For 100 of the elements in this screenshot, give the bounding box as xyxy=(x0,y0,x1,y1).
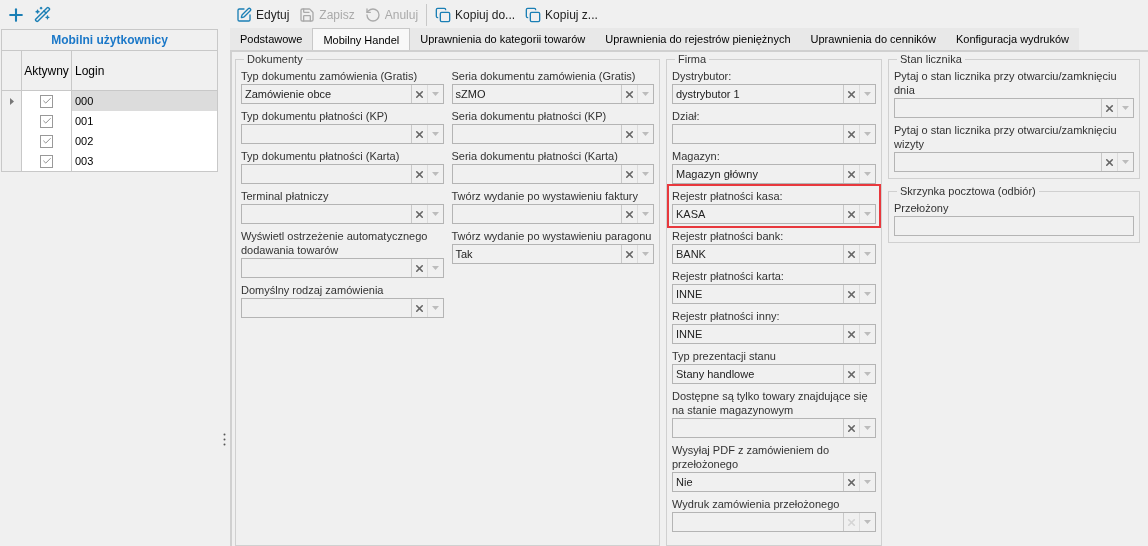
combo-field[interactable]: dystrybutor 1 xyxy=(672,84,876,104)
combo-field[interactable] xyxy=(451,204,654,224)
grid-row[interactable]: 001 xyxy=(2,111,217,131)
combo-field[interactable]: Zamówienie obce xyxy=(241,84,444,104)
combo-field[interactable] xyxy=(672,512,876,532)
checkbox[interactable] xyxy=(40,134,53,148)
group-title: Firma xyxy=(677,53,708,66)
checkbox[interactable] xyxy=(40,154,53,168)
combo-field[interactable]: BANK xyxy=(672,244,876,264)
dropdown-arrow-icon xyxy=(864,92,871,96)
clear-icon xyxy=(624,248,635,260)
combo-field[interactable]: INNE xyxy=(672,284,876,304)
field-label: Twórz wydanie po wystawieniu faktury xyxy=(451,189,639,204)
field-value: Magazyn główny xyxy=(676,167,758,182)
combo-field[interactable] xyxy=(241,124,444,144)
clear-icon xyxy=(624,208,635,220)
combo-field[interactable] xyxy=(451,164,654,184)
login-cell: 000 xyxy=(72,91,217,111)
copy-icon xyxy=(525,7,542,23)
tab[interactable]: Uprawnienia do kategorii towarów xyxy=(410,28,596,50)
checkmark-icon xyxy=(41,116,52,126)
combo-field[interactable]: Tak xyxy=(451,244,654,264)
dropdown-arrow-icon xyxy=(864,172,871,176)
row-indicator-icon xyxy=(9,97,14,105)
field-value: Nie xyxy=(676,475,693,490)
login-cell-text: 001 xyxy=(74,114,95,129)
field-label: Dział: xyxy=(672,109,701,124)
dropdown-arrow-icon xyxy=(431,212,439,216)
checkmark-icon xyxy=(41,136,52,146)
field-label: Wysyłaj PDF z zamówieniem do przełożonego xyxy=(672,443,830,472)
dropdown-arrow-icon xyxy=(864,252,871,256)
combo-field[interactable]: KASA xyxy=(672,204,876,224)
group-title: Stan licznika xyxy=(899,53,963,66)
dropdown-arrow-icon xyxy=(864,426,871,430)
checkmark-icon xyxy=(41,156,52,166)
dropdown-arrow-icon xyxy=(642,172,649,176)
checkbox[interactable] xyxy=(40,94,53,108)
dropdown-arrow-icon xyxy=(431,132,439,136)
login-cell-text: 002 xyxy=(74,134,95,149)
combo-field[interactable] xyxy=(894,98,1134,118)
dropdown-arrow-icon xyxy=(864,480,871,484)
field-value: Stany handlowe xyxy=(676,367,755,382)
grid-row[interactable]: 003 xyxy=(2,151,217,171)
column-header[interactable]: Login xyxy=(72,51,217,90)
field-label: Magazyn: xyxy=(672,149,721,164)
dropdown-arrow-icon xyxy=(864,212,871,216)
grid-row[interactable]: 000 xyxy=(2,91,217,111)
clear-icon xyxy=(846,248,857,260)
tab[interactable]: Uprawnienia do cenników xyxy=(800,28,946,50)
combo-field[interactable]: sZMO xyxy=(451,84,654,104)
toolbar-button[interactable]: Kopiuj do... xyxy=(433,6,518,24)
login-cell-text: 003 xyxy=(74,154,95,169)
dropdown-arrow-icon xyxy=(864,372,871,376)
input-field[interactable] xyxy=(894,216,1134,236)
dropdown-arrow-icon xyxy=(642,212,649,216)
combo-field[interactable]: Magazyn główny xyxy=(672,164,876,184)
combo-field[interactable] xyxy=(451,124,654,144)
tab[interactable]: Mobilny Handel xyxy=(312,28,411,50)
clear-icon xyxy=(846,328,857,340)
clear-icon xyxy=(846,208,857,220)
dropdown-arrow-icon xyxy=(431,92,439,96)
clear-icon xyxy=(846,368,857,380)
combo-field[interactable]: Nie xyxy=(672,472,876,492)
group-title: Dokumenty xyxy=(246,53,304,66)
checkbox[interactable] xyxy=(40,114,53,128)
combo-field[interactable] xyxy=(241,204,444,224)
dropdown-arrow-icon xyxy=(864,332,871,336)
grid-title: Mobilni użytkownicy xyxy=(2,30,217,51)
tab[interactable]: Uprawnienia do rejestrów pieniężnych xyxy=(595,28,801,50)
combo-field[interactable] xyxy=(672,418,876,438)
combo-field[interactable] xyxy=(241,298,444,318)
combo-field[interactable]: INNE xyxy=(672,324,876,344)
clear-icon xyxy=(413,262,425,274)
tab[interactable]: Podstawowe xyxy=(230,28,313,50)
field-label: Seria dokumentu płatności (KP) xyxy=(451,109,608,124)
field-label: Domyślny rodzaj zamówienia xyxy=(241,283,385,298)
combo-field[interactable] xyxy=(894,152,1134,172)
field-label: Typ dokumentu płatności (Karta) xyxy=(241,149,401,164)
tab[interactable]: Konfiguracja wydruków xyxy=(945,28,1080,50)
field-label: Rejestr płatności bank: xyxy=(672,229,785,244)
toolbar-button[interactable]: Kopiuj z... xyxy=(523,6,600,24)
column-header[interactable]: Aktywny xyxy=(22,51,72,90)
field-label: Pytaj o stan licznika przy otwarciu/zamknięciu wizyty xyxy=(894,123,1118,152)
clear-icon xyxy=(413,208,425,220)
dropdown-arrow-icon xyxy=(864,520,871,524)
field-value: INNE xyxy=(676,287,703,302)
grid-row[interactable]: 002 xyxy=(2,131,217,151)
combo-field[interactable] xyxy=(672,124,876,144)
field-label: Typ dokumentu płatności (KP) xyxy=(241,109,389,124)
dropdown-arrow-icon xyxy=(642,252,649,256)
field-label: Twórz wydanie po wystawieniu paragonu xyxy=(451,229,653,244)
combo-field[interactable] xyxy=(241,258,444,278)
field-value: dystrybutor 1 xyxy=(676,87,740,102)
combo-field[interactable]: Stany handlowe xyxy=(672,364,876,384)
toolbar-button[interactable]: Edytuj xyxy=(234,6,292,24)
field-value: Zamówienie obce xyxy=(245,87,332,102)
field-label: Terminal płatniczy xyxy=(241,189,330,204)
combo-field[interactable] xyxy=(241,164,444,184)
edit-icon xyxy=(236,7,252,23)
wizard-button[interactable] xyxy=(32,4,53,25)
